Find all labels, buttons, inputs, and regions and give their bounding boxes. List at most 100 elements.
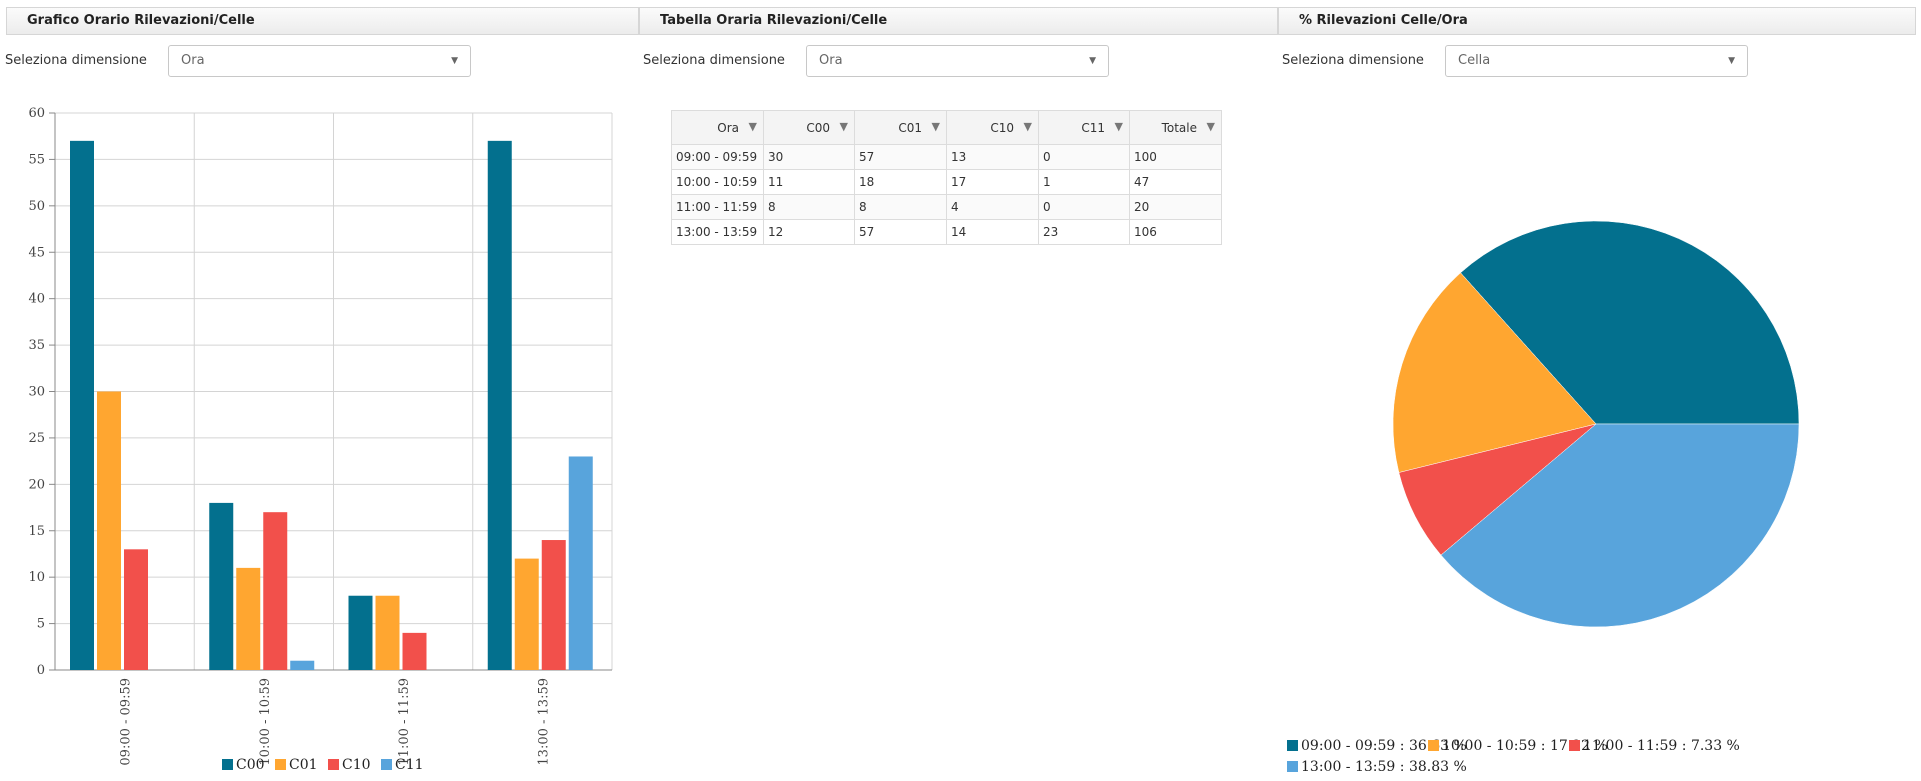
filter-icon[interactable]: ▼: [1115, 120, 1123, 133]
table-cell: 12: [763, 219, 855, 245]
bar-c11-3[interactable]: C11 13:00 - 13:59: 23: [568, 456, 593, 670]
bar-c00-2[interactable]: C00 11:00 - 11:59: 8: [348, 595, 373, 670]
legend-swatch: [328, 759, 339, 770]
y-tick-label: 30: [28, 385, 45, 400]
column-header-c00[interactable]: C00 ▼: [763, 110, 855, 145]
pie-chart: 09:00 - 09:59 : 36.63 %10:00 - 10:59 : 1…: [1287, 220, 1800, 775]
legend-label: C00: [236, 757, 265, 773]
bar-c10-1[interactable]: C10 10:00 - 10:59: 17: [263, 512, 288, 670]
table-cell: 47: [1129, 169, 1222, 195]
dimension-select-table-value: Ora: [819, 53, 843, 68]
bar-c10-0[interactable]: C10 09:00 - 09:59: 13: [124, 549, 148, 670]
table-cell: 23: [1038, 219, 1130, 245]
y-tick-label: 5: [37, 617, 45, 632]
column-header-label: C10: [990, 120, 1014, 135]
column-header-ora[interactable]: Ora ▼: [671, 110, 764, 145]
table-cell: 14: [946, 219, 1039, 245]
table-cell: 09:00 - 09:59: [671, 144, 764, 170]
legend-swatch: [1287, 761, 1298, 772]
y-tick-label: 50: [28, 199, 45, 214]
bar-c01-1[interactable]: C01 10:00 - 10:59: 11: [236, 567, 261, 670]
table-cell: 57: [854, 219, 947, 245]
table-cell: 8: [854, 194, 947, 220]
bar-c10-2[interactable]: C10 11:00 - 11:59: 4: [402, 632, 427, 670]
x-tick-label: 11:00 - 11:59: [397, 678, 412, 766]
bar-c11-1[interactable]: C11 10:00 - 10:59: 1: [290, 660, 315, 670]
legend-swatch: [381, 759, 392, 770]
table-row[interactable]: 09:00 - 09:59 30 57 13 0 100: [671, 144, 1222, 170]
column-header-c11[interactable]: C11 ▼: [1038, 110, 1130, 145]
y-tick-label: 0: [37, 663, 45, 678]
table-cell: 1: [1038, 169, 1130, 195]
x-tick-label: 13:00 - 13:59: [536, 678, 551, 766]
legend-label: 11:00 - 11:59 : 7.33 %: [1583, 738, 1740, 754]
y-tick-label: 35: [28, 338, 45, 353]
column-header-label: C01: [898, 120, 922, 135]
legend-swatch: [1428, 740, 1439, 751]
y-tick-label: 10: [28, 570, 45, 585]
table-cell: 10:00 - 10:59: [671, 169, 764, 195]
table-row[interactable]: 11:00 - 11:59 8 8 4 0 20: [671, 194, 1222, 220]
table-cell: 8: [763, 194, 855, 220]
filter-icon[interactable]: ▼: [1207, 120, 1215, 133]
legend-label: C11: [395, 757, 424, 773]
column-header-totale[interactable]: Totale ▼: [1129, 110, 1222, 145]
table-cell: 4: [946, 194, 1039, 220]
y-tick-label: 45: [28, 245, 45, 260]
bar-c10-3[interactable]: C10 13:00 - 13:59: 14: [541, 540, 566, 670]
legend-swatch: [275, 759, 286, 770]
legend-label: C01: [289, 757, 318, 773]
dimension-label-table: Seleziona dimensione: [643, 53, 785, 68]
table-cell: 11: [763, 169, 855, 195]
table-cell: 57: [854, 144, 947, 170]
column-header-c10[interactable]: C10 ▼: [946, 110, 1039, 145]
column-header-label: Totale: [1161, 120, 1197, 135]
y-tick-label: 60: [28, 106, 45, 121]
filter-icon[interactable]: ▼: [840, 120, 848, 133]
x-tick-label: 10:00 - 10:59: [258, 678, 273, 766]
x-tick-label: 09:00 - 09:59: [119, 678, 134, 766]
y-tick-label: 40: [28, 292, 45, 307]
table-cell: 30: [763, 144, 855, 170]
y-tick-label: 20: [28, 477, 45, 492]
table-cell: 20: [1129, 194, 1222, 220]
legend-swatch: [1569, 740, 1580, 751]
panel-header-table: Tabella Oraria Rilevazioni/Celle: [639, 7, 1278, 35]
table-row[interactable]: 13:00 - 13:59 12 57 14 23 106: [671, 219, 1222, 245]
table-row[interactable]: 10:00 - 10:59 11 18 17 1 47: [671, 169, 1222, 195]
y-tick-label: 55: [28, 152, 45, 167]
table-cell: 100: [1129, 144, 1222, 170]
column-header-label: C00: [806, 120, 830, 135]
bar-chart: 0 5 10 15 20 25 30 35 40 45 50 55 60 C00 09:00 - 09:5…: [28, 106, 613, 773]
filter-icon[interactable]: ▼: [1024, 120, 1032, 133]
legend-swatch: [222, 759, 233, 770]
y-tick-label: 15: [28, 524, 45, 539]
bar-c00-1[interactable]: C00 10:00 - 10:59: 18: [209, 502, 234, 670]
table-cell: 13:00 - 13:59: [671, 219, 764, 245]
table-cell: 17: [946, 169, 1039, 195]
table-cell: 18: [854, 169, 947, 195]
bar-c01-2[interactable]: C01 11:00 - 11:59: 8: [375, 595, 400, 670]
column-header-label: Ora: [717, 120, 739, 135]
table-cell: 13: [946, 144, 1039, 170]
bar-c00-3[interactable]: C00 13:00 - 13:59: 57: [487, 140, 512, 671]
table-cell: 0: [1038, 194, 1130, 220]
dimension-select-table[interactable]: Ora ▼: [806, 45, 1109, 77]
table-cell: 106: [1129, 219, 1222, 245]
table-cell: 11:00 - 11:59: [671, 194, 764, 220]
legend-label: C10: [342, 757, 371, 773]
data-table: Ora ▼ C00 ▼ C01 ▼ C10 ▼ C11 ▼ Totale ▼ 09:00 -…: [671, 110, 1222, 245]
filter-icon[interactable]: ▼: [932, 120, 940, 133]
legend-swatch: [1287, 740, 1298, 751]
table-header-row: Ora ▼ C00 ▼ C01 ▼ C10 ▼ C11 ▼ Totale ▼: [671, 110, 1222, 145]
table-cell: 0: [1038, 144, 1130, 170]
bar-c01-3[interactable]: C01 13:00 - 13:59: 12: [514, 558, 539, 670]
bar-c01-0[interactable]: C01 09:00 - 09:59: 30: [97, 391, 121, 671]
y-tick-label: 25: [28, 431, 45, 446]
column-header-label: C11: [1081, 120, 1105, 135]
chevron-down-icon: ▼: [1089, 56, 1096, 66]
legend-label: 13:00 - 13:59 : 38.83 %: [1301, 759, 1467, 775]
filter-icon[interactable]: ▼: [749, 120, 757, 133]
bar-c00-0[interactable]: C00 09:00 - 09:59: 57: [70, 140, 94, 671]
column-header-c01[interactable]: C01 ▼: [854, 110, 947, 145]
